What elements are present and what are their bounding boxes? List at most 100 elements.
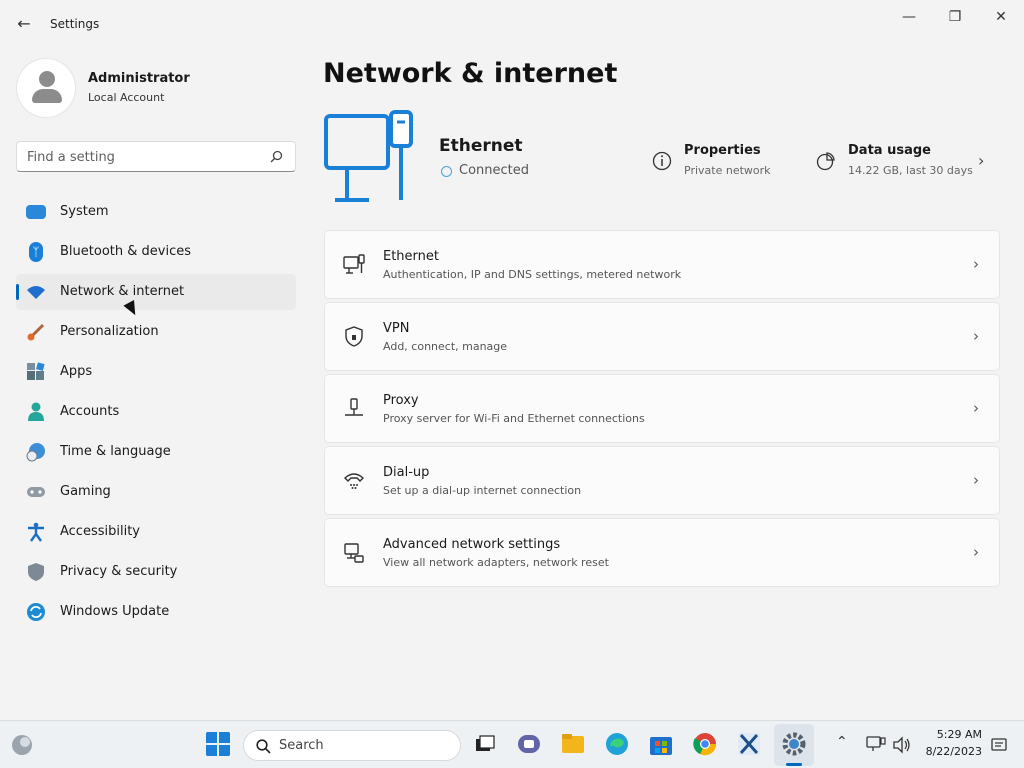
taskbar: Search ⌃ 5:29 AM 8/22/2023: [0, 720, 1024, 768]
chevron-up-icon[interactable]: ⌃: [836, 734, 848, 750]
sidebar-item-label: Time & language: [60, 444, 171, 459]
widgets-icon[interactable]: [10, 733, 34, 757]
sidebar-item-personalization[interactable]: Personalization: [16, 314, 296, 350]
properties-subtitle: Private network: [684, 164, 771, 177]
sidebar-item-label: Windows Update: [60, 604, 170, 619]
sidebar-nav: System ᛉ Bluetooth & devices Network & i…: [16, 194, 296, 634]
info-icon: [652, 151, 672, 171]
clock-date[interactable]: 8/22/2023: [922, 745, 982, 758]
user-name: Administrator: [88, 71, 190, 86]
vpn-shield-icon: [345, 326, 363, 347]
card-subtitle: Set up a dial-up internet connection: [383, 484, 582, 497]
user-profile[interactable]: Administrator Local Account: [16, 58, 296, 118]
task-view-icon[interactable]: [472, 731, 498, 757]
sidebar-item-time-language[interactable]: Time & language: [16, 434, 296, 470]
minimize-button[interactable]: —: [886, 6, 932, 28]
advanced-network-card[interactable]: Advanced network settings View all netwo…: [324, 518, 1000, 587]
xming-icon[interactable]: [736, 731, 762, 757]
globe-icon: [441, 166, 452, 177]
properties-title: Properties: [684, 143, 761, 158]
card-title: Dial-up: [383, 465, 430, 480]
volume-icon[interactable]: [892, 736, 912, 754]
card-title: VPN: [383, 321, 410, 336]
connection-status: Connected: [459, 163, 530, 178]
settings-gear-icon[interactable]: [781, 731, 807, 757]
sidebar-item-accounts[interactable]: Accounts: [16, 394, 296, 430]
teams-chat-icon[interactable]: [516, 731, 542, 757]
ethernet-icon: [343, 254, 365, 274]
sidebar-item-accessibility[interactable]: Accessibility: [16, 514, 296, 550]
edge-icon[interactable]: [604, 731, 630, 757]
card-subtitle: View all network adapters, network reset: [383, 556, 609, 569]
back-arrow-icon[interactable]: ←: [14, 14, 34, 34]
sidebar-item-label: Network & internet: [60, 284, 185, 299]
page-title: Network & internet: [323, 58, 618, 89]
sidebar-item-label: Gaming: [60, 484, 111, 499]
ethernet-card[interactable]: Ethernet Authentication, IP and DNS sett…: [324, 230, 1000, 299]
sidebar-item-label: Privacy & security: [60, 564, 178, 579]
chevron-right-icon: ›: [973, 543, 979, 561]
sidebar-item-gaming[interactable]: Gaming: [16, 474, 296, 510]
dialup-card[interactable]: Dial-up Set up a dial-up internet connec…: [324, 446, 1000, 515]
sidebar-item-system[interactable]: System: [16, 194, 296, 230]
update-icon: [27, 603, 45, 621]
connection-name: Ethernet: [439, 136, 523, 156]
advanced-network-icon: [344, 543, 364, 563]
file-explorer-icon[interactable]: [560, 731, 586, 757]
notification-icon[interactable]: [990, 736, 1008, 754]
find-setting-input[interactable]: [27, 148, 267, 166]
properties-link[interactable]: Properties Private network: [652, 143, 802, 183]
apps-icon: [27, 362, 45, 380]
data-usage-title: Data usage: [848, 143, 931, 158]
card-title: Ethernet: [383, 249, 439, 264]
network-tray-icon[interactable]: [866, 736, 886, 754]
data-usage-link[interactable]: Data usage 14.22 GB, last 30 days: [816, 143, 996, 183]
sidebar-item-windows-update[interactable]: Windows Update: [16, 594, 296, 630]
title-bar: ← Settings — ❐ ✕: [0, 0, 1024, 48]
chrome-icon[interactable]: [692, 731, 718, 757]
sidebar-item-network[interactable]: Network & internet: [16, 274, 296, 310]
search-icon: [270, 150, 283, 163]
taskbar-search[interactable]: Search: [243, 730, 461, 761]
shield-icon: [28, 563, 44, 581]
chevron-right-icon: ›: [973, 255, 979, 273]
chevron-right-icon: ›: [978, 151, 985, 170]
gamepad-icon: [27, 487, 45, 497]
data-usage-subtitle: 14.22 GB, last 30 days: [848, 164, 973, 177]
card-subtitle: Add, connect, manage: [383, 340, 508, 353]
sidebar-item-label: Personalization: [60, 324, 159, 339]
sidebar-item-label: Accounts: [60, 404, 120, 419]
accounts-icon: [28, 402, 44, 421]
sidebar-item-label: Bluetooth & devices: [60, 244, 191, 259]
store-icon[interactable]: [648, 731, 674, 757]
chevron-right-icon: ›: [973, 471, 979, 489]
sidebar-item-label: System: [60, 204, 109, 219]
bluetooth-icon: ᛉ: [29, 242, 43, 262]
account-type: Local Account: [88, 91, 165, 104]
clock-time[interactable]: 5:29 AM: [922, 728, 982, 741]
card-title: Advanced network settings: [383, 537, 561, 552]
wifi-icon: [27, 286, 45, 299]
sidebar-item-label: Apps: [60, 364, 93, 379]
restore-button[interactable]: ❐: [932, 6, 978, 28]
vpn-card[interactable]: VPN Add, connect, manage ›: [324, 302, 1000, 371]
pie-chart-icon: [816, 152, 835, 171]
settings-cards: Ethernet Authentication, IP and DNS sett…: [324, 230, 1000, 590]
sidebar-item-apps[interactable]: Apps: [16, 354, 296, 390]
dialup-icon: [343, 473, 365, 489]
find-setting-box: [16, 141, 296, 172]
accessibility-icon: [28, 522, 44, 542]
proxy-card[interactable]: Proxy Proxy server for Wi-Fi and Etherne…: [324, 374, 1000, 443]
start-icon[interactable]: [205, 731, 231, 757]
proxy-icon: [345, 398, 363, 416]
search-icon: [256, 739, 271, 754]
system-icon: [26, 205, 46, 219]
close-button[interactable]: ✕: [978, 6, 1024, 28]
globe-clock-icon: [26, 443, 45, 462]
ethernet-monitor-icon: [324, 110, 413, 202]
sidebar-item-bluetooth[interactable]: ᛉ Bluetooth & devices: [16, 234, 296, 270]
active-app-indicator: [786, 763, 802, 766]
sidebar-item-privacy[interactable]: Privacy & security: [16, 554, 296, 590]
taskbar-search-label: Search: [279, 738, 324, 753]
card-title: Proxy: [383, 393, 419, 408]
